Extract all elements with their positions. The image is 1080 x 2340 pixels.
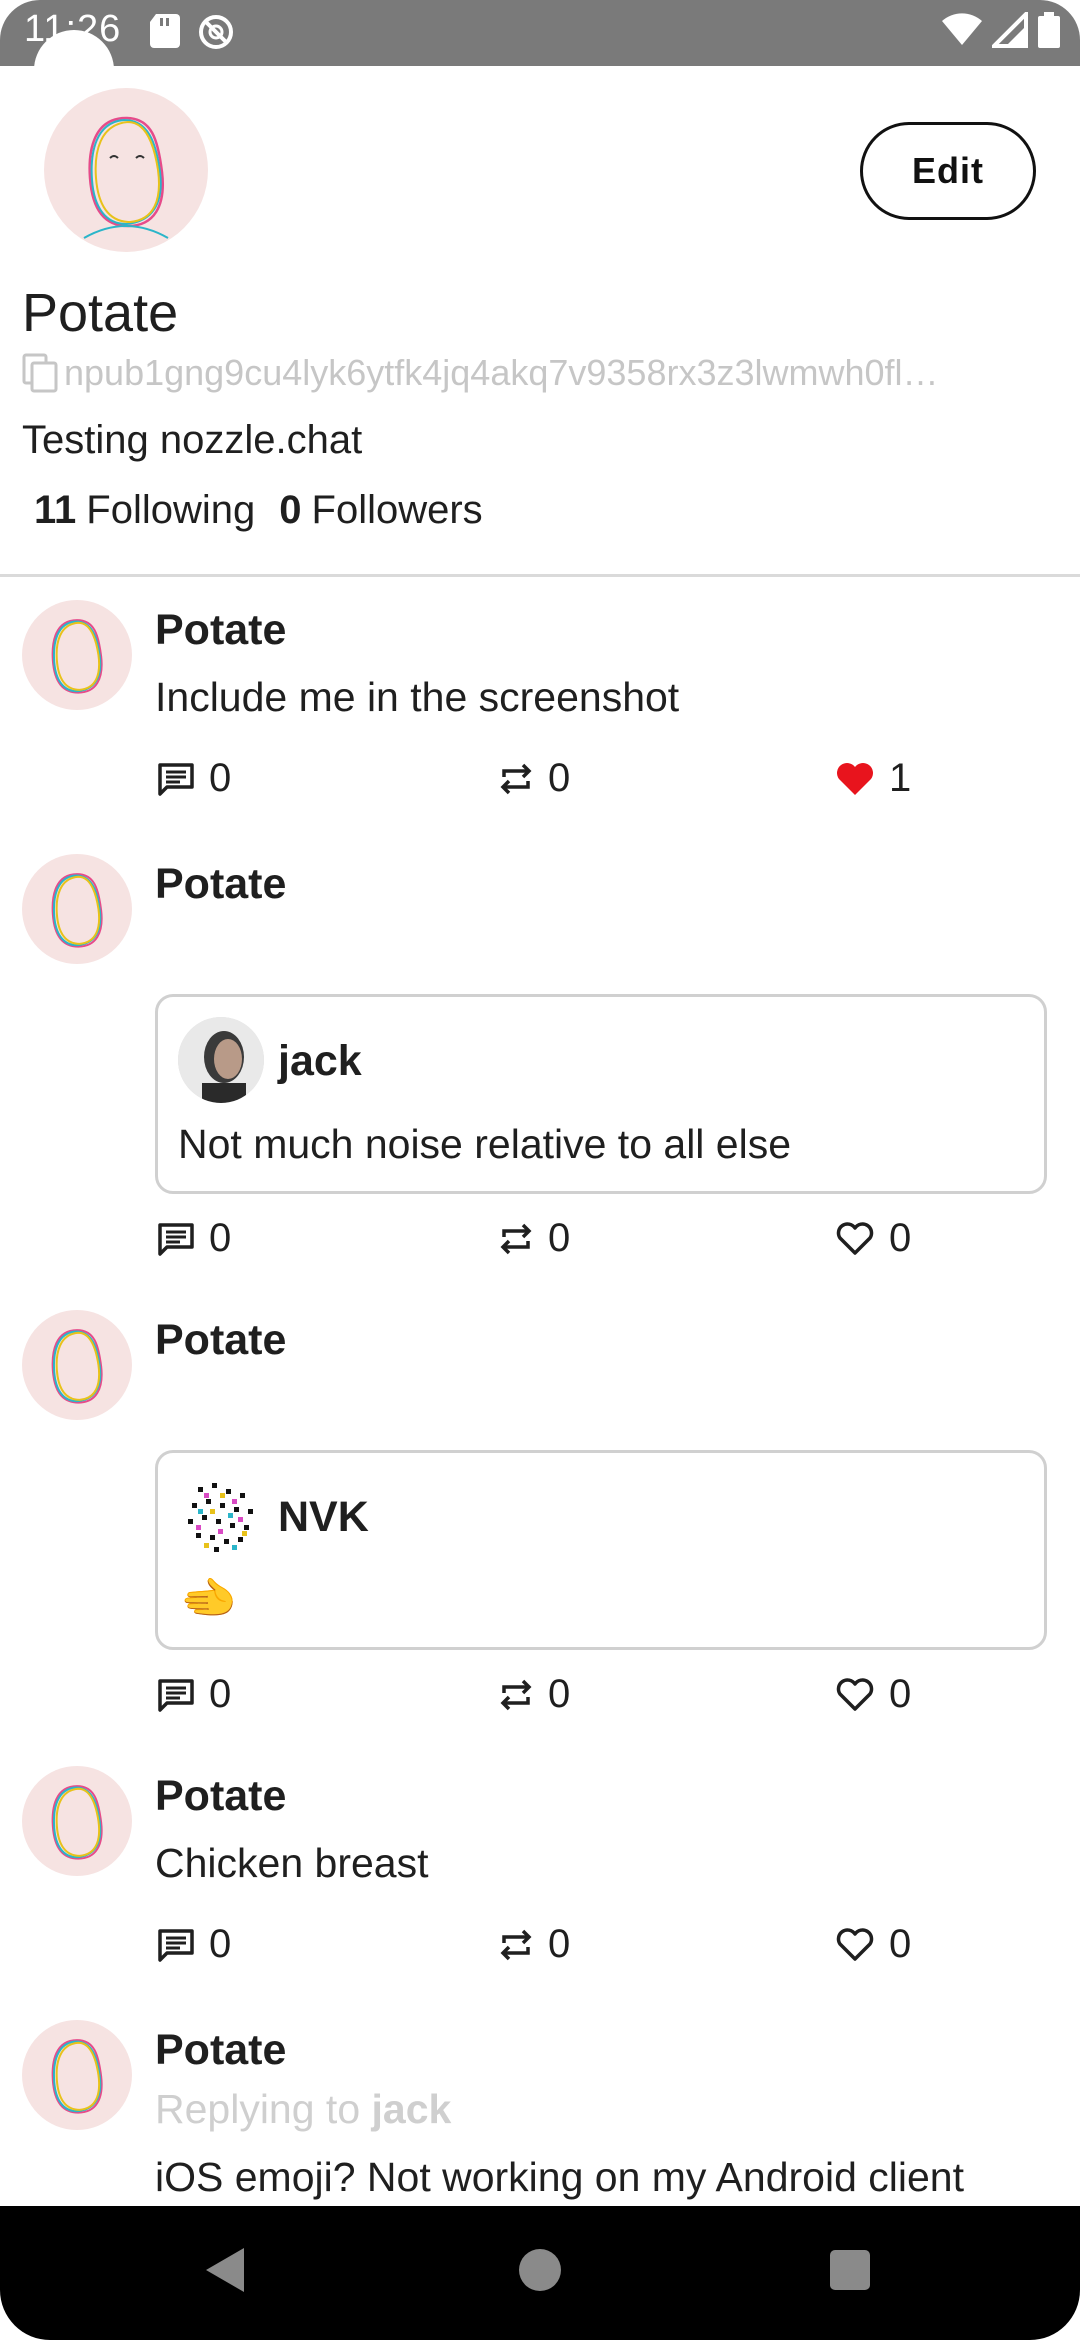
potato-doodle-icon (51, 1785, 103, 1860)
repost-icon (500, 763, 532, 794)
replying-to-user[interactable]: jack (372, 2086, 452, 2132)
pixel-pattern-avatar-icon (179, 1474, 263, 1558)
replying-to-prefix: Replying to (155, 2086, 361, 2132)
like-count: 0 (889, 1922, 912, 1966)
profile-about: Testing nozzle.chat (22, 418, 363, 462)
comment-icon (158, 762, 194, 796)
post-text: Chicken breast (155, 1840, 429, 1886)
follow-stats: 11 Following 0 Followers (34, 488, 483, 533)
post-author[interactable]: Potate (155, 1316, 286, 1365)
potato-doodle-icon (51, 619, 103, 694)
status-icons-left (150, 14, 234, 50)
heart-filled-icon (837, 762, 873, 795)
profile-name: Potate (22, 283, 179, 343)
quote-text: Not much noise relative to all else (178, 1121, 792, 1167)
battery-icon (1038, 12, 1060, 48)
heart-outline-icon (836, 1927, 874, 1961)
post-author[interactable]: Potate (155, 2026, 286, 2075)
repost-button[interactable]: 0 (498, 1922, 570, 1967)
reply-button[interactable]: 0 (157, 1922, 231, 1967)
sd-card-icon (150, 14, 180, 48)
heart-outline-icon (836, 1221, 874, 1255)
post-text: iOS emoji? Not working on my Android cli… (155, 2154, 964, 2200)
copy-icon[interactable] (22, 353, 60, 393)
followers-label: Followers (311, 488, 483, 532)
quoted-note[interactable]: jack Not much noise relative to all else (155, 994, 1047, 1194)
like-count: 0 (889, 1216, 912, 1260)
quote-author[interactable]: jack (278, 1037, 362, 1086)
post-author[interactable]: Potate (155, 606, 286, 655)
post-actions: 0 0 0 (155, 1216, 935, 1266)
quote-avatar[interactable] (178, 1017, 264, 1103)
wifi-icon (942, 13, 982, 45)
reply-count: 0 (209, 756, 232, 800)
repost-count: 0 (548, 1922, 571, 1966)
heart-outline-icon (836, 1677, 874, 1711)
post-avatar[interactable] (22, 2020, 132, 2130)
profile-avatar[interactable] (44, 88, 208, 252)
like-button[interactable]: 0 (835, 1216, 911, 1261)
post-avatar[interactable] (22, 1766, 132, 1876)
repost-count: 0 (548, 1216, 571, 1260)
repost-icon (500, 1223, 532, 1254)
pubkey-text: npub1gng9cu4lyk6ytfk4jq4akq7v9358rx3z3lw… (64, 352, 939, 393)
repost-button[interactable]: 0 (498, 1672, 570, 1717)
person-photo-icon (178, 1017, 264, 1103)
post-author[interactable]: Potate (155, 1772, 286, 1821)
comment-icon (158, 1222, 194, 1256)
following-count: 11 (34, 488, 77, 532)
like-count: 0 (889, 1672, 912, 1716)
post-actions: 0 0 0 (155, 1672, 935, 1722)
repost-button[interactable]: 0 (498, 1216, 570, 1261)
replying-to: Replying to jack (155, 2086, 451, 2133)
post-avatar[interactable] (22, 600, 132, 710)
signal-icon (992, 12, 1028, 48)
potato-doodle-icon (51, 1329, 103, 1404)
potato-doodle-icon (83, 116, 169, 239)
post-text: Include me in the screenshot (155, 674, 680, 720)
like-button[interactable]: 1 (835, 756, 911, 801)
reply-button[interactable]: 0 (157, 1216, 231, 1261)
divider (0, 574, 1080, 577)
potato-doodle-icon (51, 2039, 103, 2114)
back-icon[interactable] (204, 2246, 246, 2294)
like-count: 1 (889, 756, 912, 800)
repost-button[interactable]: 0 (498, 756, 570, 801)
reply-count: 0 (209, 1672, 232, 1716)
status-bar: 11:26 (0, 0, 1080, 66)
following-stat[interactable]: 11 Following (34, 488, 255, 533)
comment-icon (158, 1928, 194, 1962)
post-author[interactable]: Potate (155, 860, 286, 909)
post-avatar[interactable] (22, 1310, 132, 1420)
repost-count: 0 (548, 756, 571, 800)
repost-icon (500, 1929, 532, 1960)
reply-count: 0 (209, 1922, 232, 1966)
like-button[interactable]: 0 (835, 1672, 911, 1717)
do-not-disturb-icon (199, 15, 233, 49)
quoted-note[interactable]: NVK 🫲 (155, 1450, 1047, 1650)
quote-avatar[interactable] (178, 1473, 264, 1559)
edit-profile-button[interactable]: Edit (860, 122, 1036, 220)
following-label: Following (86, 488, 256, 532)
home-icon[interactable] (518, 2246, 562, 2294)
post-actions: 0 0 1 (155, 756, 935, 806)
reply-count: 0 (209, 1216, 232, 1260)
status-icons-right (942, 12, 1060, 48)
reply-button[interactable]: 0 (157, 756, 231, 801)
recents-icon[interactable] (828, 2246, 872, 2294)
quote-text: 🫲 (180, 1572, 238, 1624)
quote-author[interactable]: NVK (278, 1493, 369, 1542)
like-button[interactable]: 0 (835, 1922, 911, 1967)
potato-doodle-icon (51, 873, 103, 948)
reply-button[interactable]: 0 (157, 1672, 231, 1717)
post-actions: 0 0 0 (155, 1922, 935, 1972)
repost-icon (500, 1679, 532, 1710)
repost-count: 0 (548, 1672, 571, 1716)
navigation-bar (0, 2206, 1080, 2340)
post-avatar[interactable] (22, 854, 132, 964)
followers-stat[interactable]: 0 Followers (279, 488, 482, 533)
comment-icon (158, 1678, 194, 1712)
pubkey-row[interactable]: npub1gng9cu4lyk6ytfk4jq4akq7v9358rx3z3lw… (22, 352, 1042, 394)
followers-count: 0 (279, 488, 302, 532)
